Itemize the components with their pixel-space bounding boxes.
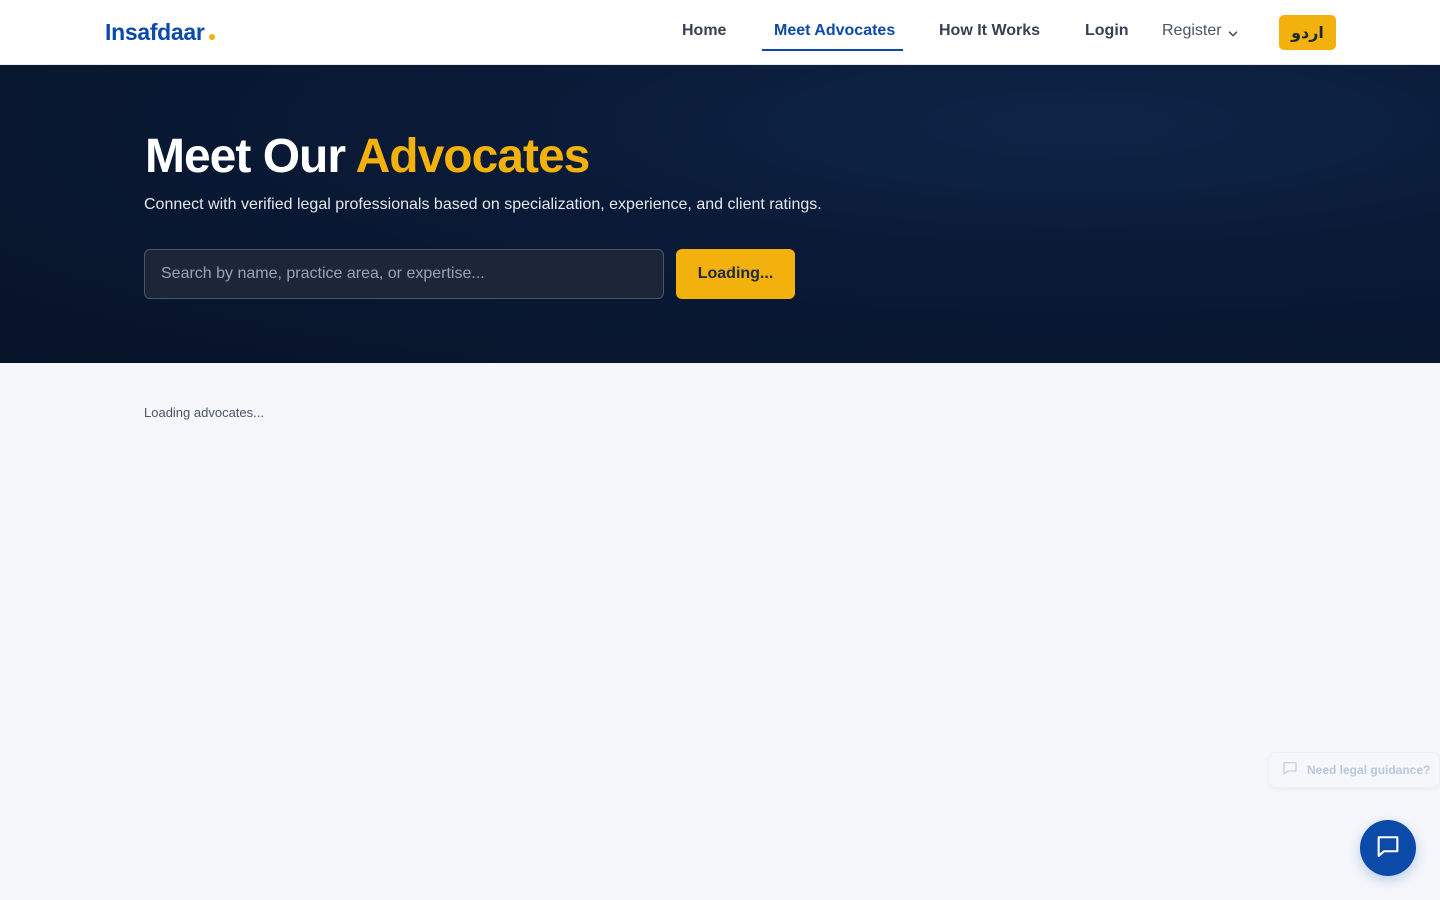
legal-guidance-text: Need legal guidance? — [1307, 763, 1431, 777]
nav-register-dropdown[interactable]: Register — [1162, 22, 1238, 40]
legal-guidance-prompt[interactable]: Need legal guidance? — [1268, 752, 1440, 788]
site-header: Insafdaar Home Meet Advocates How It Wor… — [0, 0, 1440, 65]
brand-name: Insafdaar — [105, 19, 205, 45]
page-title: Meet Our Advocates — [145, 129, 591, 184]
title-part-2: Advocates — [355, 130, 591, 183]
advocate-search-input[interactable] — [144, 249, 664, 299]
nav-login[interactable]: Login — [1085, 22, 1129, 40]
loading-status: Loading advocates... — [144, 405, 264, 420]
language-toggle-button[interactable]: اردو — [1279, 15, 1336, 50]
nav-meet-advocates[interactable]: Meet Advocates — [774, 22, 895, 40]
nav-home[interactable]: Home — [682, 22, 726, 40]
search-button[interactable]: Loading... — [676, 249, 795, 299]
nav-active-indicator — [762, 49, 903, 51]
register-label: Register — [1162, 22, 1222, 39]
hero-section: Meet Our Advocates Connect with verified… — [0, 65, 1440, 363]
nav-how-it-works[interactable]: How It Works — [939, 22, 1040, 40]
brand-dot — [208, 34, 215, 40]
message-square-icon — [1374, 832, 1402, 865]
page-subtitle: Connect with verified legal professional… — [144, 196, 822, 213]
chat-launcher-button[interactable] — [1360, 820, 1416, 876]
chevron-down-icon — [1228, 26, 1238, 37]
message-square-icon — [1281, 759, 1299, 782]
brand-logo[interactable]: Insafdaar — [105, 19, 215, 46]
title-part-1: Meet Our — [145, 130, 346, 183]
